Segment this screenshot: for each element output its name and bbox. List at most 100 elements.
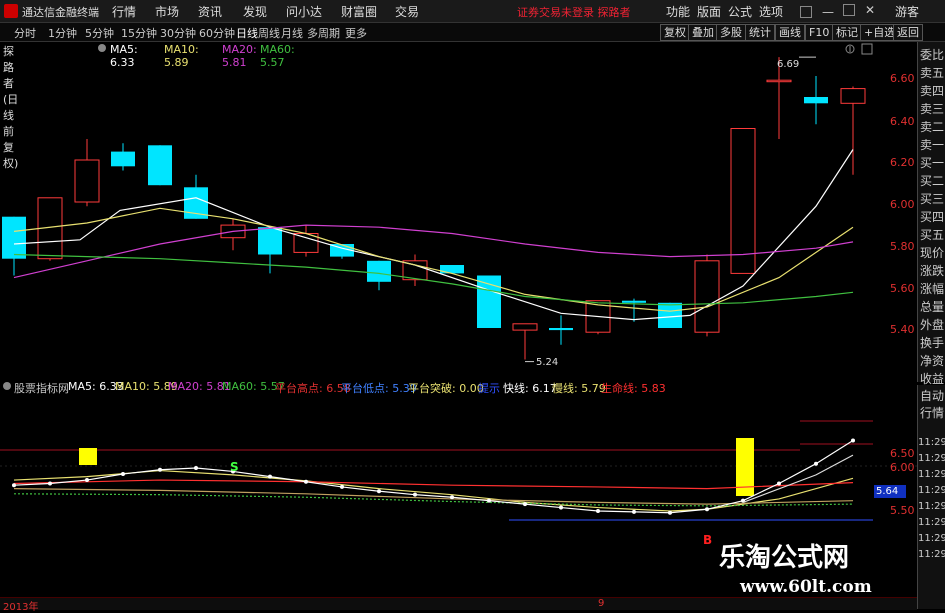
sell-signal: S <box>230 460 239 474</box>
axis-label: 5.40 <box>890 323 915 336</box>
huaxian-button[interactable]: 画线 <box>775 24 805 41</box>
app-title: 通达信金融终端 <box>22 6 99 19</box>
low-annotation: 5.24 <box>536 357 559 368</box>
main-kline-chart[interactable] <box>0 56 917 376</box>
candle-body <box>730 128 756 274</box>
sub-axis-label: 6.00 <box>890 461 915 474</box>
kuaixian-dot <box>48 481 52 486</box>
kuaixian-dot <box>450 495 454 500</box>
period-multi[interactable]: 多周期 <box>307 25 340 41</box>
menu-gongshi[interactable]: 公式 <box>728 3 752 20</box>
close-icon[interactable]: ✕ <box>865 3 875 17</box>
menu-gongneng[interactable]: 功能 <box>666 3 690 20</box>
quote-side-panel-2: 自动 行情 11:29 11:29 11:29 11:29 11:29 11:2… <box>917 385 945 609</box>
kuaixian-dot <box>12 483 16 488</box>
rp-auto[interactable]: 自动 <box>918 387 945 404</box>
period-fenshi[interactable]: 分时 <box>14 25 36 41</box>
candle-body <box>840 88 866 104</box>
rp-sell5[interactable]: 卖五 <box>918 64 945 81</box>
kuaixian-dot <box>777 481 781 486</box>
menu-zixun[interactable]: 资讯 <box>198 3 222 20</box>
menu-wenxiaoda[interactable]: 问小达 <box>286 3 322 20</box>
menu-jiaoyi[interactable]: 交易 <box>395 3 419 20</box>
window-icon[interactable] <box>800 6 812 18</box>
fuquan-button[interactable]: 复权 <box>660 24 690 41</box>
login-notice[interactable]: 证券交易未登录 探路者 <box>517 4 631 20</box>
rp-price[interactable]: 现价 <box>918 244 945 261</box>
kuaixian-dot <box>487 498 491 503</box>
axis-label: 6.00 <box>890 198 915 211</box>
rp-sell4[interactable]: 卖四 <box>918 82 945 99</box>
time-label: 11:29 <box>918 501 945 512</box>
time-label: 11:29 <box>918 533 945 544</box>
duogu-button[interactable]: 多股 <box>716 24 746 41</box>
yellow-signal-bar <box>79 448 97 465</box>
price-flag: 5.64 <box>874 485 906 498</box>
rp-hangqing[interactable]: 行情 <box>918 404 945 421</box>
period-15min[interactable]: 15分钟 <box>121 25 157 41</box>
period-month[interactable]: 月线 <box>281 25 303 41</box>
period-week[interactable]: 周线 <box>258 25 280 41</box>
rp-sell1[interactable]: 卖一 <box>918 136 945 153</box>
kuaixian-dot <box>121 472 125 477</box>
kuaixian-value: 快线: 6.17 <box>503 382 557 395</box>
menu-bar: 通达信金融终端 行情 市场 资讯 发现 问小达 财富圈 交易 证券交易未登录 探… <box>0 0 945 23</box>
candle-body <box>804 97 828 104</box>
rp-netasset[interactable]: 净资 <box>918 352 945 369</box>
year-label: 2013年 <box>3 602 39 613</box>
rp-volume[interactable]: 总量 <box>918 298 945 315</box>
diejia-button[interactable]: 叠加 <box>688 24 718 41</box>
rp-buy5[interactable]: 买五 <box>918 226 945 243</box>
menu-hangqing[interactable]: 行情 <box>112 3 136 20</box>
kuaixian-dot <box>158 467 162 472</box>
rp-weibi[interactable]: 委比 <box>918 46 945 63</box>
rp-buy3[interactable]: 买三 <box>918 190 945 207</box>
rp-buy4[interactable]: 买四 <box>918 208 945 225</box>
settings-dot-icon[interactable] <box>98 44 106 52</box>
rp-change[interactable]: 涨跌 <box>918 262 945 279</box>
minimize-icon[interactable]: — <box>822 5 834 19</box>
menu-banmian[interactable]: 版面 <box>697 3 721 20</box>
rp-buy2[interactable]: 买二 <box>918 172 945 189</box>
time-label: 11:29 <box>918 453 945 464</box>
kuaixian-dot <box>268 474 272 479</box>
guest-label[interactable]: 游客 <box>895 3 919 20</box>
maximize-icon[interactable] <box>843 4 855 16</box>
period-day[interactable]: 日线 <box>236 25 258 41</box>
rp-outer[interactable]: 外盘 <box>918 316 945 333</box>
rp-buy1[interactable]: 买一 <box>918 154 945 171</box>
rp-pct[interactable]: 涨幅 <box>918 280 945 297</box>
kuaixian-dot <box>413 492 417 497</box>
manxian-value: 慢线: 5.79 <box>552 382 606 395</box>
watermark-url: www.60lt.com <box>740 577 872 597</box>
period-more[interactable]: 更多 <box>345 25 367 41</box>
rp-sell3[interactable]: 卖三 <box>918 100 945 117</box>
period-1min[interactable]: 1分钟 <box>48 25 77 41</box>
axis-label: 5.80 <box>890 240 915 253</box>
f10-button[interactable]: F10 <box>805 24 834 41</box>
pingtai-tupo: 平台突破: 0.00 <box>408 382 484 395</box>
time-label: 11:29 <box>918 517 945 528</box>
sub-axis-label: 5.50 <box>890 504 915 517</box>
candle-body <box>477 275 501 328</box>
menu-shichang[interactable]: 市场 <box>155 3 179 20</box>
period-30min[interactable]: 30分钟 <box>160 25 196 41</box>
period-5min[interactable]: 5分钟 <box>85 25 114 41</box>
candle-body <box>766 79 792 83</box>
axis-label: 5.60 <box>890 282 915 295</box>
watermark-title: 乐淘公式网 <box>719 543 850 573</box>
rp-sell2[interactable]: 卖二 <box>918 118 945 135</box>
menu-faxian[interactable]: 发现 <box>243 3 267 20</box>
fanhui-button[interactable]: 返回 <box>893 24 923 41</box>
settings-dot-icon[interactable] <box>3 382 11 390</box>
menu-caifuquan[interactable]: 财富圈 <box>341 3 377 20</box>
biaoji-button[interactable]: 标记 <box>832 24 862 41</box>
time-label: 11:29 <box>918 549 945 560</box>
candle-body <box>2 216 26 259</box>
rp-turnover[interactable]: 换手 <box>918 334 945 351</box>
app-logo-icon <box>4 4 18 18</box>
period-60min[interactable]: 60分钟 <box>199 25 235 41</box>
menu-xuanxiang[interactable]: 选项 <box>759 3 783 20</box>
candle-body <box>111 151 135 167</box>
tongji-button[interactable]: 统计 <box>745 24 775 41</box>
